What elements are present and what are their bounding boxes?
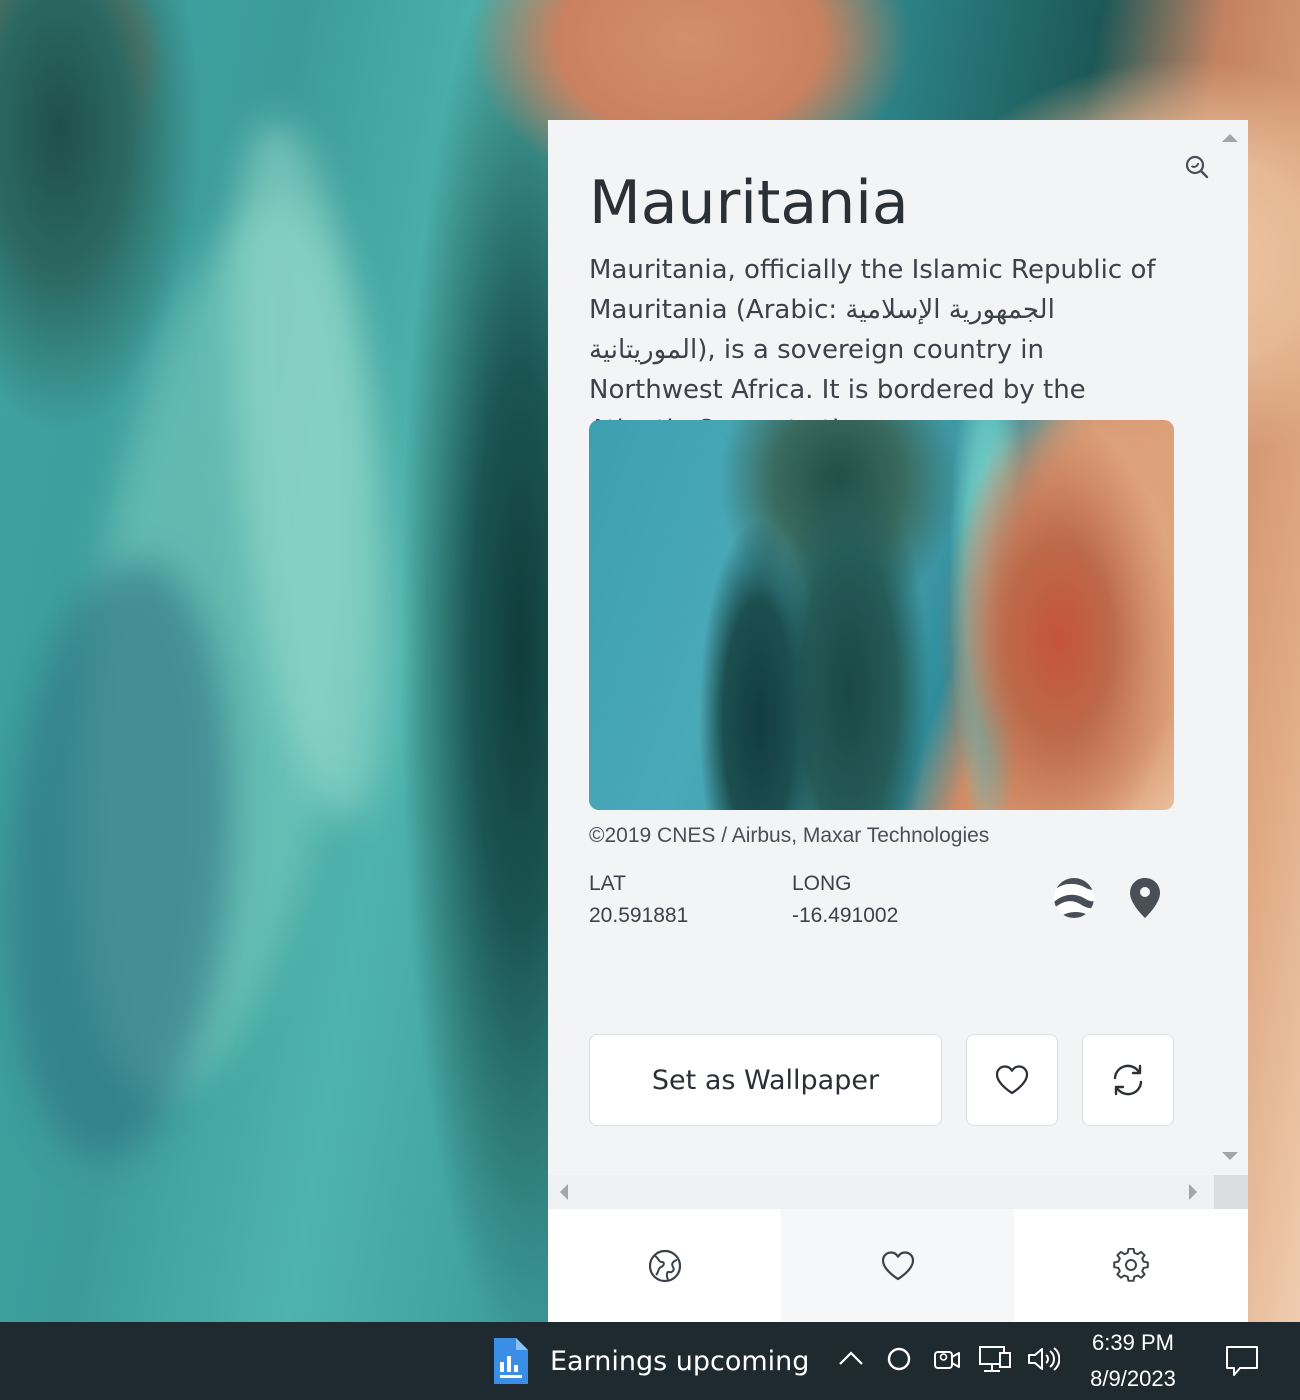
gear-icon [1112,1247,1149,1282]
volume-button[interactable] [1026,1344,1061,1379]
cortana-button[interactable] [884,1344,914,1379]
content-scroll-area[interactable]: Mauritania Mauritania, officially the Is… [548,120,1214,1175]
favorite-button[interactable] [966,1034,1058,1126]
image-credit: ©2019 CNES / Airbus, Maxar Technologies [589,824,990,847]
network-icon [979,1346,1011,1372]
chevron-up-icon [839,1351,863,1365]
open-map-button[interactable] [1128,876,1162,920]
scroll-up-arrow[interactable] [1222,134,1238,142]
zoom-button[interactable] [1182,152,1212,182]
network-button[interactable] [978,1344,1012,1379]
stock-document-icon [494,1338,528,1384]
heart-icon [881,1250,914,1280]
heart-icon [995,1065,1029,1095]
latitude-label: LAT [589,872,626,895]
set-wallpaper-label: Set as Wallpaper [651,1064,880,1096]
scroll-right-arrow[interactable] [1189,1184,1197,1200]
action-center-icon [1226,1346,1258,1376]
open-google-earth-button[interactable] [1052,876,1096,920]
news-widget-button[interactable] [490,1336,530,1391]
volume-icon [1028,1347,1061,1371]
location-flyout: Mauritania Mauritania, officially the Is… [548,120,1248,1322]
location-photo [589,420,1174,810]
meet-now-icon [934,1351,960,1369]
meet-now-button[interactable] [932,1344,962,1379]
scroll-down-arrow[interactable] [1222,1152,1238,1160]
latitude-value: 20.591881 [589,904,689,927]
action-center-button[interactable] [1224,1344,1260,1383]
news-widget-text[interactable]: Earnings upcoming [550,1346,809,1377]
scrollbar-corner [1214,1175,1248,1209]
horizontal-scrollbar[interactable] [548,1175,1214,1209]
refresh-button[interactable] [1082,1034,1174,1126]
nav-favorites[interactable] [781,1209,1014,1322]
scroll-left-arrow[interactable] [560,1184,568,1200]
bottom-navigation [548,1209,1248,1322]
taskbar: Earnings upcoming 6:39 PM 8/9/2023 [0,1322,1300,1400]
zoom-icon [1185,155,1209,179]
location-title: Mauritania [589,168,909,238]
longitude-label: LONG [792,872,852,895]
nav-explore[interactable] [548,1209,781,1322]
globe-icon [648,1249,681,1282]
show-hidden-icons-button[interactable] [836,1344,866,1379]
clock-date[interactable]: 8/9/2023 [1078,1366,1188,1392]
nav-settings[interactable] [1014,1209,1247,1322]
map-pin-icon [1130,878,1160,918]
cortana-icon [887,1347,911,1371]
clock-time[interactable]: 6:39 PM [1078,1330,1188,1356]
google-earth-icon [1054,878,1094,918]
longitude-value: -16.491002 [792,904,899,927]
vertical-scrollbar[interactable] [1214,120,1248,1175]
set-wallpaper-button[interactable]: Set as Wallpaper [589,1034,942,1126]
refresh-icon [1113,1064,1143,1096]
